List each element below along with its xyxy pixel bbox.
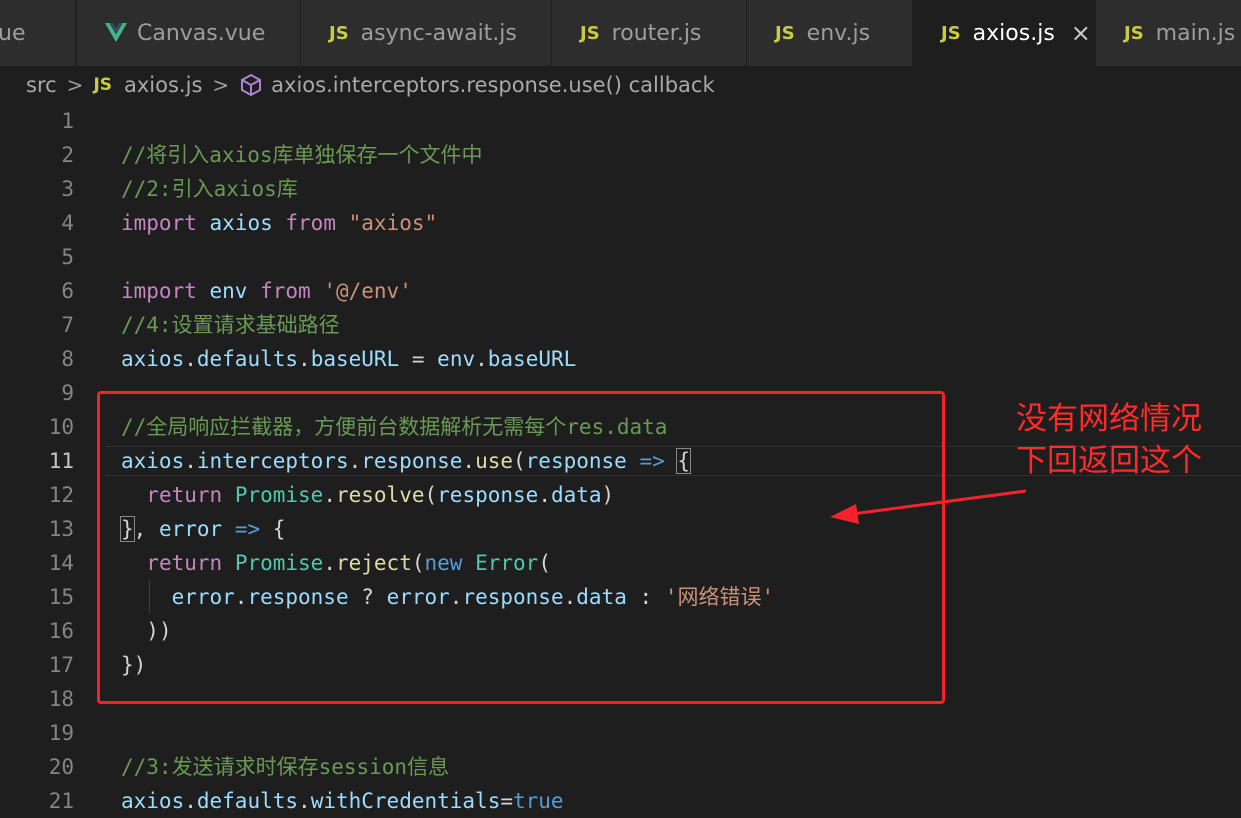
line-number: 15: [48, 585, 74, 609]
line-number: 12: [48, 483, 74, 507]
line-number: 7: [61, 313, 74, 337]
comment: //4:设置请求基础路径: [121, 313, 340, 337]
code-line: 3 //2:引入axios库: [0, 172, 1241, 206]
identifier: axios: [121, 789, 185, 813]
code-line: 8 axios.defaults.baseURL = env.baseURL: [0, 342, 1241, 376]
annotation-highlight-box: [97, 391, 945, 704]
line-number: 20: [48, 755, 74, 779]
breadcrumb-file[interactable]: axios.js: [124, 73, 202, 97]
tab-vue-partial[interactable]: ue: [0, 0, 76, 66]
code-line: 19: [0, 716, 1241, 750]
keyword: import: [121, 279, 197, 303]
line-number: 5: [61, 245, 74, 269]
line-number: 11: [48, 449, 74, 473]
string-literal: "axios": [348, 211, 438, 235]
identifier: baseURL: [310, 347, 400, 371]
breadcrumb-symbol[interactable]: axios.interceptors.response.use() callba…: [271, 73, 714, 97]
keyword: from: [285, 211, 336, 235]
code-line: 7 //4:设置请求基础路径: [0, 308, 1241, 342]
chevron-right-icon: >: [66, 73, 84, 97]
line-number: 6: [61, 279, 74, 303]
line-number: 13: [48, 517, 74, 541]
js-file-icon: JS: [941, 22, 961, 44]
js-file-icon: JS: [580, 22, 600, 44]
annotation-line: 没有网络情况: [1016, 401, 1202, 437]
code-line: 20 //3:发送请求时保存session信息: [0, 750, 1241, 784]
tab-label: ue: [0, 20, 26, 46]
tab-label: axios.js: [972, 20, 1055, 46]
tab-env-js[interactable]: JS env.js: [747, 0, 913, 66]
identifier: defaults: [196, 347, 299, 371]
breadcrumb: src > JS axios.js > axios.interceptors.r…: [0, 66, 1241, 104]
identifier: axios: [209, 211, 273, 235]
comment: //3:发送请求时保存session信息: [121, 755, 450, 779]
breadcrumb-folder[interactable]: src: [26, 73, 57, 97]
js-file-icon: JS: [775, 22, 795, 44]
annotation-note: 没有网络情况 下回返回这个: [1016, 398, 1236, 482]
boolean-literal: true: [513, 789, 564, 813]
tab-async-await-js[interactable]: JS async-await.js: [301, 0, 552, 66]
line-number: 8: [61, 347, 74, 371]
comment: //2:引入axios库: [121, 177, 298, 201]
identifier: axios: [121, 347, 185, 371]
tab-label: async-await.js: [360, 20, 517, 46]
chevron-right-icon: >: [212, 73, 230, 97]
identifier: env: [209, 279, 248, 303]
identifier: env: [437, 347, 476, 371]
tab-label: main.js: [1155, 20, 1236, 46]
js-file-icon: JS: [329, 22, 349, 44]
tab-main-js[interactable]: JS main.js: [1096, 0, 1241, 66]
line-number: 4: [61, 211, 74, 235]
keyword: import: [121, 211, 197, 235]
js-file-icon: JS: [93, 75, 113, 95]
annotation-line: 下回返回这个: [1016, 443, 1202, 479]
line-number: 10: [48, 415, 74, 439]
keyword: from: [260, 279, 311, 303]
line-number: 18: [48, 687, 74, 711]
editor-tab-bar: ue Canvas.vue JS async-await.js JS route…: [0, 0, 1241, 66]
line-number: 19: [48, 721, 74, 745]
line-number: 1: [61, 109, 74, 133]
line-number: 17: [48, 653, 74, 677]
tab-router-js[interactable]: JS router.js: [552, 0, 747, 66]
line-number: 9: [61, 381, 74, 405]
code-line: 2 //将引入axios库单独保存一个文件中: [0, 138, 1241, 172]
identifier: baseURL: [487, 347, 577, 371]
vue-file-icon: [105, 23, 127, 43]
line-number: 3: [61, 177, 74, 201]
method-cube-icon: [239, 73, 263, 97]
code-line: 5: [0, 240, 1241, 274]
string-literal: '@/env': [323, 279, 412, 303]
identifier: withCredentials: [310, 789, 501, 813]
tab-canvas-vue[interactable]: Canvas.vue: [77, 0, 301, 66]
js-file-icon: JS: [1124, 22, 1144, 44]
line-number: 14: [48, 551, 74, 575]
code-line: 4 import axios from "axios": [0, 206, 1241, 240]
code-line: 1: [0, 104, 1241, 138]
tab-label: env.js: [806, 20, 871, 46]
tab-axios-js[interactable]: JS axios.js ×: [913, 0, 1096, 66]
close-icon[interactable]: ×: [1071, 19, 1091, 47]
line-number: 16: [48, 619, 74, 643]
line-number: 2: [61, 143, 74, 167]
tab-label: router.js: [611, 20, 702, 46]
identifier: defaults: [196, 789, 299, 813]
operator: =: [411, 347, 425, 371]
code-line: 6 import env from '@/env': [0, 274, 1241, 308]
comment: //将引入axios库单独保存一个文件中: [121, 143, 483, 167]
tab-label: Canvas.vue: [137, 20, 266, 46]
